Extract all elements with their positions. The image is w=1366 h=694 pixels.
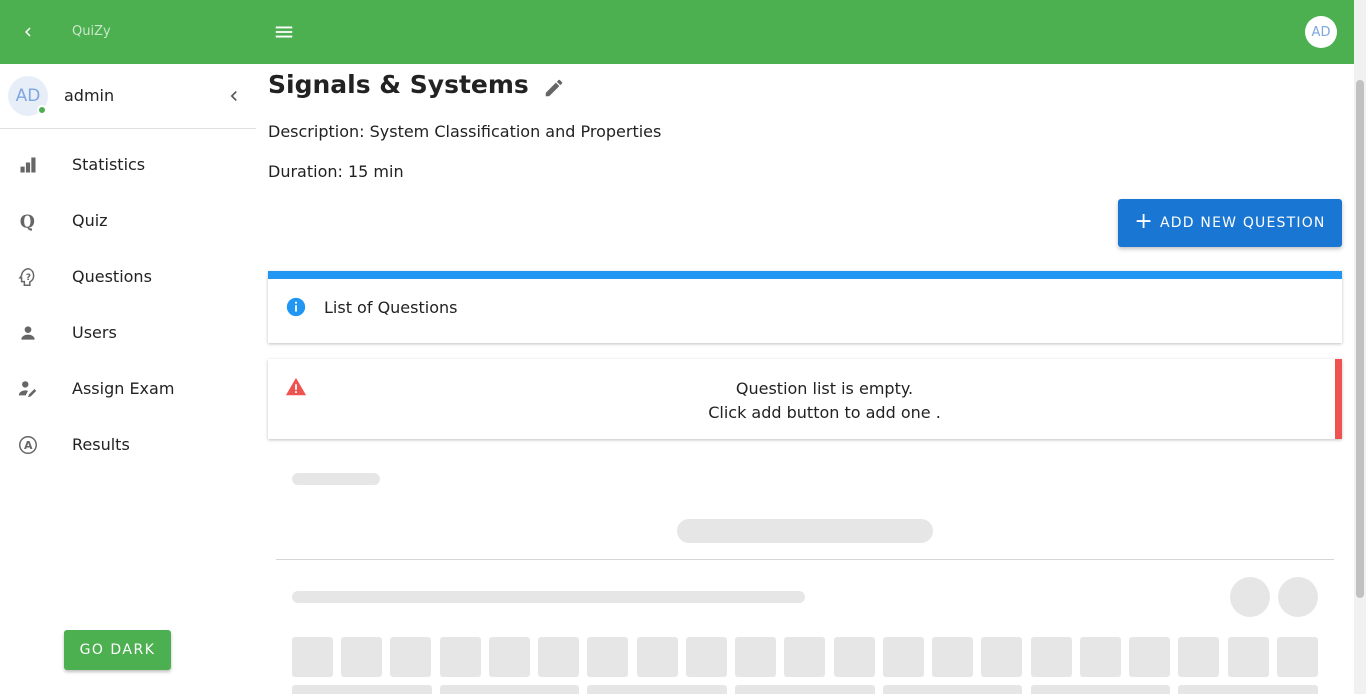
- skeleton-cell: [292, 637, 333, 677]
- app-brand: QuiZy: [72, 24, 111, 39]
- sidebar-item-label: Questions: [72, 267, 152, 286]
- app-bar: QuiZy AD: [0, 0, 1354, 64]
- add-new-question-label: ADD NEW QUESTION: [1160, 215, 1326, 231]
- skeleton-key-wide: [292, 685, 432, 694]
- skeleton-avatar: [1230, 577, 1270, 617]
- sidebar-item-questions[interactable]: ? Questions: [0, 249, 256, 305]
- sidebar-item-label: Statistics: [72, 155, 146, 174]
- menu-button[interactable]: [270, 18, 298, 46]
- user-icon: [16, 321, 40, 345]
- info-banner-text: List of Questions: [324, 298, 458, 317]
- pencil-icon: [545, 79, 563, 97]
- skeleton-cell: [1129, 637, 1170, 677]
- skeleton-key-wide: [440, 685, 579, 694]
- plus-icon: +: [1134, 209, 1155, 234]
- user-name: admin: [64, 86, 115, 105]
- sidebar-item-users[interactable]: Users: [0, 305, 256, 361]
- skeleton-cell: [341, 637, 382, 677]
- edit-quiz-button[interactable]: [542, 76, 566, 100]
- skeleton-key-wide: [883, 685, 1022, 694]
- skeleton-key-wide: [735, 685, 875, 694]
- skeleton-key-wide: [1178, 685, 1318, 694]
- skeleton-cell: [1228, 637, 1269, 677]
- skeleton-text-line: [292, 591, 805, 603]
- empty-list-line-1: Question list is empty.: [735, 379, 914, 398]
- add-new-question-button[interactable]: + ADD NEW QUESTION: [1118, 199, 1342, 247]
- chevron-left-icon: [25, 27, 31, 37]
- sidebar-item-quiz[interactable]: Q Quiz: [0, 193, 256, 249]
- skeleton-cell: [390, 637, 431, 677]
- svg-text:?: ?: [26, 272, 31, 283]
- skeleton-cell: [538, 637, 579, 677]
- skeleton-cell: [489, 637, 530, 677]
- skeleton-cell: [834, 637, 875, 677]
- skeleton-key-wide: [1031, 685, 1170, 694]
- skeleton-cell: [735, 637, 776, 677]
- user-edit-icon: [16, 377, 40, 401]
- sidebar-item-results[interactable]: A Results: [0, 417, 256, 473]
- sidebar-item-assign-exam[interactable]: Assign Exam: [0, 361, 256, 417]
- question-head-icon: ?: [16, 265, 40, 289]
- skeleton-cell: [686, 637, 727, 677]
- collapse-sidebar-button[interactable]: [222, 84, 246, 108]
- go-dark-button[interactable]: GO DARK: [64, 630, 171, 670]
- sidebar-item-label: Results: [72, 435, 130, 454]
- empty-list-line-2: Click add button to add one .: [708, 403, 941, 422]
- skeleton-cell: [1178, 637, 1219, 677]
- sidebar-item-label: Quiz: [72, 211, 108, 230]
- skeleton-button: [677, 519, 933, 543]
- bar-chart-icon: [16, 153, 40, 177]
- results-a-icon: A: [16, 433, 40, 457]
- info-icon: [286, 297, 306, 317]
- skeleton-key-wide: [587, 685, 727, 694]
- skeleton-cell: [1080, 637, 1121, 677]
- back-button[interactable]: [14, 18, 42, 46]
- skeleton-cell: [932, 637, 973, 677]
- sidebar-item-label: Assign Exam: [72, 379, 175, 398]
- sidebar-item-label: Users: [72, 323, 117, 342]
- skeleton-cell: [440, 637, 481, 677]
- skeleton-cell: [1277, 637, 1318, 677]
- sidebar-nav: Statistics Q Quiz ? Questions Users Assi…: [0, 137, 256, 473]
- sidebar-user: AD admin: [0, 64, 256, 129]
- skeleton-cell: [1031, 637, 1072, 677]
- svg-text:A: A: [24, 439, 33, 452]
- skeleton-cell: [637, 637, 678, 677]
- quiz-description: Description: System Classification and P…: [268, 122, 662, 141]
- svg-text:Q: Q: [20, 212, 35, 232]
- page-title: Signals & Systems: [268, 70, 529, 99]
- skeleton-cell: [587, 637, 628, 677]
- page-scrollbar[interactable]: [1354, 0, 1366, 694]
- skeleton-heading: [292, 473, 380, 485]
- hamburger-icon: [275, 26, 293, 38]
- skeleton-cell: [784, 637, 825, 677]
- quiz-q-icon: Q: [16, 209, 40, 233]
- account-avatar[interactable]: AD: [1305, 16, 1337, 48]
- sidebar: AD admin Statistics Q Quiz ? Questions U…: [0, 64, 256, 694]
- skeleton-divider: [276, 559, 1334, 560]
- scrollbar-thumb[interactable]: [1356, 80, 1364, 598]
- online-status-dot: [37, 105, 47, 115]
- empty-list-alert: Question list is empty. Click add button…: [268, 359, 1342, 439]
- quiz-duration: Duration: 15 min: [268, 162, 404, 181]
- info-banner: List of Questions: [268, 271, 1342, 343]
- chevron-left-icon: [230, 91, 237, 101]
- skeleton-cell: [883, 637, 924, 677]
- skeleton-avatar: [1278, 577, 1318, 617]
- empty-list-message: Question list is empty. Click add button…: [268, 377, 1366, 425]
- skeleton-cell: [981, 637, 1022, 677]
- main-content: Signals & Systems Description: System Cl…: [256, 64, 1354, 694]
- sidebar-item-statistics[interactable]: Statistics: [0, 137, 256, 193]
